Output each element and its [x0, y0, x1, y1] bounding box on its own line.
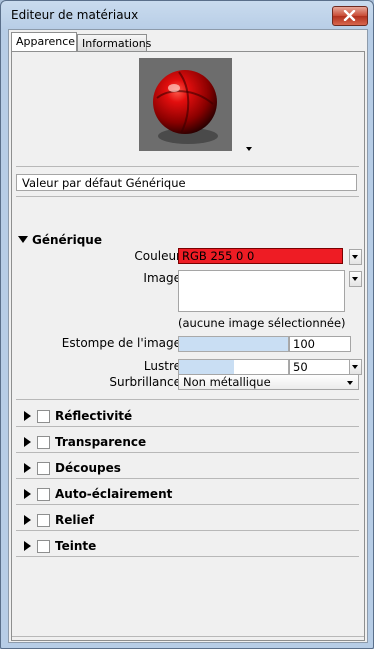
- material-preview[interactable]: [139, 58, 232, 151]
- highlights-select[interactable]: Non métallique: [178, 374, 359, 390]
- separator: [12, 636, 364, 637]
- gloss-value[interactable]: 50: [289, 359, 351, 375]
- expand-triangle-icon: [18, 236, 28, 243]
- highlights-value: Non métallique: [183, 375, 271, 389]
- image-slot[interactable]: [178, 270, 345, 312]
- chevron-down-icon: [347, 381, 353, 385]
- section-label: Transparence: [55, 435, 147, 449]
- appearance-panel: Valeur par défaut Générique Générique Co…: [11, 51, 365, 641]
- image-fade-slider[interactable]: [178, 336, 289, 352]
- separator: [16, 196, 359, 197]
- highlights-label: Surbrillance: [109, 375, 181, 389]
- generic-header-label: Générique: [32, 233, 102, 247]
- gloss-label: Lustre: [143, 359, 181, 373]
- tint-checkbox[interactable]: [37, 540, 50, 553]
- slider-fill: [179, 360, 234, 374]
- expand-arrow-icon: [24, 437, 31, 447]
- expand-arrow-icon: [24, 411, 31, 421]
- section-bump[interactable]: Relief: [18, 512, 358, 530]
- slider-fill: [179, 337, 288, 351]
- material-name-field[interactable]: Valeur par défaut Générique: [16, 174, 357, 191]
- generic-header[interactable]: Générique: [18, 233, 102, 247]
- section-label: Découpes: [55, 461, 121, 475]
- section-cutouts[interactable]: Découpes: [18, 460, 358, 478]
- window-title: Editeur de matériaux: [11, 8, 139, 22]
- gloss-slider[interactable]: [178, 359, 289, 375]
- image-status: (aucune image sélectionnée): [178, 316, 346, 330]
- material-editor-window: Editeur de matériaux Apparence Informati…: [0, 0, 374, 649]
- section-label: Relief: [55, 513, 94, 527]
- section-label: Teinte: [55, 539, 97, 553]
- section-reflectivity[interactable]: Réflectivité: [18, 408, 358, 426]
- expand-arrow-icon: [24, 515, 31, 525]
- separator: [16, 530, 359, 531]
- expand-arrow-icon: [24, 463, 31, 473]
- separator: [16, 556, 359, 557]
- separator: [16, 166, 359, 167]
- client-area: Apparence Informations Valeur par défaut…: [8, 29, 368, 643]
- cutouts-checkbox[interactable]: [37, 462, 50, 475]
- color-dropdown-button[interactable]: [349, 249, 362, 265]
- image-label: Image: [143, 271, 181, 285]
- bump-checkbox[interactable]: [37, 514, 50, 527]
- tab-label: Informations: [82, 37, 152, 50]
- section-tint[interactable]: Teinte: [18, 538, 358, 556]
- chevron-down-icon[interactable]: [246, 147, 252, 151]
- color-label: Couleur: [134, 249, 181, 263]
- close-button[interactable]: [332, 6, 368, 26]
- red-sphere-preview: [139, 58, 232, 151]
- section-label: Auto-éclairement: [55, 487, 173, 501]
- close-icon: [343, 10, 356, 21]
- tab-informations[interactable]: Informations: [77, 34, 151, 51]
- title-bar[interactable]: Editeur de matériaux: [1, 1, 373, 29]
- color-field[interactable]: RGB 255 0 0: [178, 248, 343, 264]
- gloss-dropdown-button[interactable]: [349, 359, 362, 375]
- tab-apparence[interactable]: Apparence: [11, 32, 77, 51]
- separator: [16, 478, 359, 479]
- reflectivity-checkbox[interactable]: [37, 410, 50, 423]
- image-fade-label: Estompe de l'image: [61, 336, 181, 350]
- section-transparency[interactable]: Transparence: [18, 434, 358, 452]
- image-dropdown-button[interactable]: [349, 271, 362, 287]
- self-illumination-checkbox[interactable]: [37, 488, 50, 501]
- transparency-checkbox[interactable]: [37, 436, 50, 449]
- image-fade-value[interactable]: 100: [289, 336, 351, 352]
- separator: [16, 504, 359, 505]
- expand-arrow-icon: [24, 541, 31, 551]
- expand-arrow-icon: [24, 489, 31, 499]
- separator: [16, 399, 359, 400]
- section-label: Réflectivité: [55, 409, 133, 423]
- separator: [16, 452, 359, 453]
- tab-label: Apparence: [16, 35, 76, 48]
- section-self-illumination[interactable]: Auto-éclairement: [18, 486, 358, 504]
- separator: [16, 426, 359, 427]
